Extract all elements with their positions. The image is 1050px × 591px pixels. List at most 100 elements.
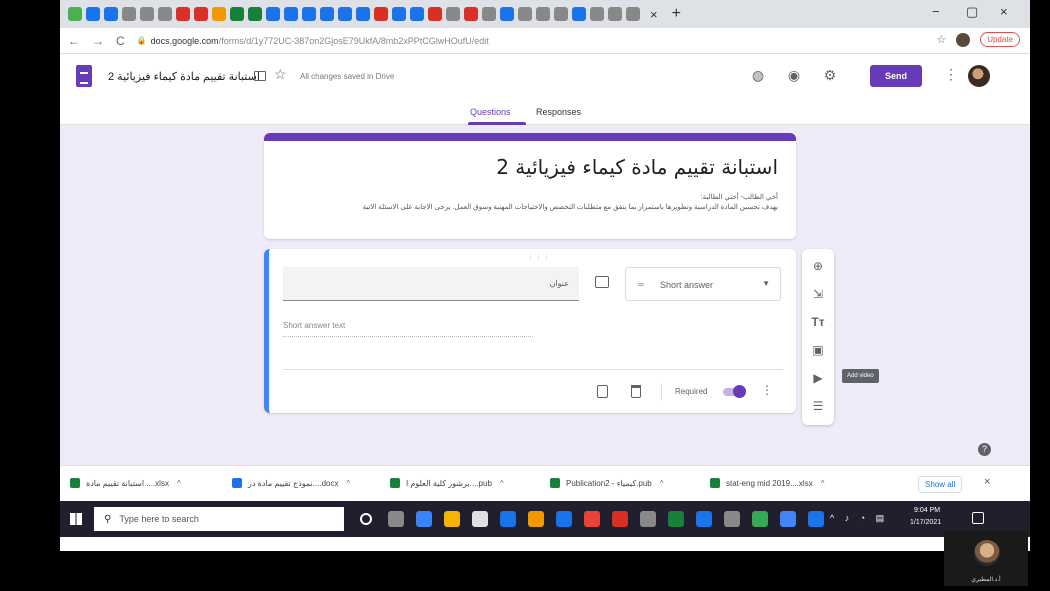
chevron-up-icon[interactable]: ^ <box>660 479 664 488</box>
window-maximize-button[interactable]: ▢ <box>966 4 978 20</box>
tab-favicon-icon[interactable] <box>248 7 262 21</box>
tab-favicon-icon[interactable] <box>518 7 532 21</box>
tab-favicon-icon[interactable] <box>446 7 460 21</box>
bookmark-star-icon[interactable]: ☆ <box>936 33 946 46</box>
add-image-icon[interactable] <box>595 276 609 288</box>
form-title[interactable]: استبانة تقييم مادة كيماء فيزيائية 2 <box>496 155 778 179</box>
delete-icon[interactable] <box>631 385 641 398</box>
help-icon[interactable]: ? <box>978 443 991 456</box>
tab-favicon-icon[interactable] <box>212 7 226 21</box>
tab-favicon-icon[interactable] <box>536 7 550 21</box>
forward-icon[interactable]: → <box>92 34 104 48</box>
form-title-card[interactable]: استبانة تقييم مادة كيماء فيزيائية 2 أخي … <box>264 133 796 239</box>
duplicate-icon[interactable] <box>597 385 608 398</box>
download-item[interactable]: نموذج تقييم مادة در....docx ^ <box>232 478 350 488</box>
question-type-select[interactable]: ═ Short answer ▼ <box>625 267 781 301</box>
question-card[interactable]: ⋮⋮⋮ عنوان ═ Short answer ▼ Short answer … <box>264 249 796 413</box>
chevron-up-icon[interactable]: ^ <box>347 479 351 488</box>
taskbar-app-icon[interactable] <box>612 511 628 527</box>
palette-icon[interactable]: ◍ <box>750 67 766 83</box>
tab-favicon-icon[interactable] <box>608 7 622 21</box>
tab-favicon-icon[interactable] <box>230 7 244 21</box>
add-video-icon[interactable]: ▶ <box>811 371 825 385</box>
tab-favicon-icon[interactable] <box>590 7 604 21</box>
close-downloads-icon[interactable]: × <box>984 476 990 488</box>
update-button[interactable]: Update <box>980 32 1020 47</box>
tab-favicon-icon[interactable] <box>392 7 406 21</box>
add-title-icon[interactable]: Tт <box>811 315 825 329</box>
notifications-icon[interactable] <box>972 512 984 524</box>
taskbar-app-icon[interactable] <box>444 511 460 527</box>
taskbar-app-icon[interactable] <box>696 511 712 527</box>
forms-logo-icon[interactable] <box>76 65 92 87</box>
form-description-line2[interactable]: يهدف تحسين المادة الدراسية وتطويرها باست… <box>363 203 778 211</box>
tab-favicon-icon[interactable] <box>194 7 208 21</box>
tab-favicon-icon[interactable] <box>122 7 136 21</box>
tab-favicon-icon[interactable] <box>68 7 82 21</box>
taskbar-app-icon[interactable] <box>640 511 656 527</box>
tab-responses[interactable]: Responses <box>536 107 581 117</box>
star-icon[interactable]: ☆ <box>274 66 287 83</box>
window-close-button[interactable]: × <box>1000 4 1008 19</box>
settings-gear-icon[interactable]: ⚙ <box>822 67 838 83</box>
window-minimize-button[interactable]: − <box>932 4 940 19</box>
tab-favicon-icon[interactable] <box>320 7 334 21</box>
clock-time[interactable]: 9:04 PM <box>914 507 940 514</box>
system-tray-icons[interactable]: ^ ♪ ◔ ▤ <box>830 513 888 524</box>
form-description-line1[interactable]: أخي الطالب- أختي الطالبة: <box>701 193 778 201</box>
tab-favicon-icon[interactable] <box>104 7 118 21</box>
download-item[interactable]: stat-eng mid 2019....xlsx ^ <box>710 478 824 488</box>
tab-favicon-icon[interactable] <box>158 7 172 21</box>
tab-favicon-icon[interactable] <box>374 7 388 21</box>
tab-favicon-icon[interactable] <box>500 7 514 21</box>
tab-favicon-icon[interactable] <box>482 7 496 21</box>
taskbar-app-icon[interactable] <box>472 511 488 527</box>
tab-favicon-icon[interactable] <box>554 7 568 21</box>
drag-handle-icon[interactable]: ⋮⋮⋮ <box>527 253 551 261</box>
show-all-button[interactable]: Show all <box>918 476 963 493</box>
question-title-input[interactable]: عنوان <box>283 267 579 301</box>
taskbar-app-icon[interactable] <box>724 511 740 527</box>
tab-favicon-icon[interactable] <box>284 7 298 21</box>
chevron-up-icon[interactable]: ^ <box>177 479 181 488</box>
add-question-icon[interactable]: ⊕ <box>811 259 825 273</box>
tab-questions[interactable]: Questions <box>470 107 511 117</box>
clock-date[interactable]: 1/17/2021 <box>910 519 941 526</box>
chevron-up-icon[interactable]: ^ <box>500 479 504 488</box>
url-field[interactable]: docs.google.com/forms/d/1y772UC-387on2Gj… <box>151 36 489 46</box>
taskbar-app-icon[interactable] <box>556 511 572 527</box>
taskbar-app-icon[interactable] <box>808 511 824 527</box>
taskbar-app-icon[interactable] <box>360 513 372 525</box>
taskbar-app-icon[interactable] <box>780 511 796 527</box>
preview-eye-icon[interactable]: ◉ <box>786 67 802 83</box>
tab-favicon-icon[interactable] <box>464 7 478 21</box>
tab-favicon-icon[interactable] <box>302 7 316 21</box>
taskbar-app-icon[interactable] <box>584 511 600 527</box>
tab-favicon-icon[interactable] <box>572 7 586 21</box>
taskbar-app-icon[interactable] <box>388 511 404 527</box>
download-item[interactable]: برشور كلية العلوم ا....pub ^ <box>390 478 504 488</box>
reload-icon[interactable]: C <box>116 34 125 48</box>
tab-favicon-icon[interactable] <box>428 7 442 21</box>
profile-avatar-icon[interactable] <box>956 32 971 47</box>
send-button[interactable]: Send <box>870 65 922 87</box>
account-avatar[interactable] <box>968 65 990 87</box>
tab-favicon-icon[interactable] <box>338 7 352 21</box>
tab-close-icon[interactable]: × <box>650 7 658 22</box>
back-icon[interactable]: ← <box>68 34 80 48</box>
taskbar-app-icon[interactable] <box>668 511 684 527</box>
tab-favicon-icon[interactable] <box>356 7 370 21</box>
taskbar-search[interactable]: ⚲ Type here to search <box>94 507 344 531</box>
chevron-up-icon[interactable]: ^ <box>821 479 825 488</box>
taskbar-app-icon[interactable] <box>500 511 516 527</box>
tab-favicon-icon[interactable] <box>86 7 100 21</box>
move-to-folder-icon[interactable] <box>254 71 266 81</box>
doc-title[interactable]: استبانة تقييم مادة كيماء فيزيائية 2 <box>108 70 260 83</box>
add-image-icon[interactable]: ▣ <box>811 343 825 357</box>
tab-favicon-icon[interactable] <box>140 7 154 21</box>
import-questions-icon[interactable]: ⇲ <box>811 287 825 301</box>
tab-favicon-icon[interactable] <box>626 7 640 21</box>
tab-favicon-icon[interactable] <box>176 7 190 21</box>
more-options-icon[interactable]: ⋮ <box>944 66 958 83</box>
tab-favicon-icon[interactable] <box>410 7 424 21</box>
